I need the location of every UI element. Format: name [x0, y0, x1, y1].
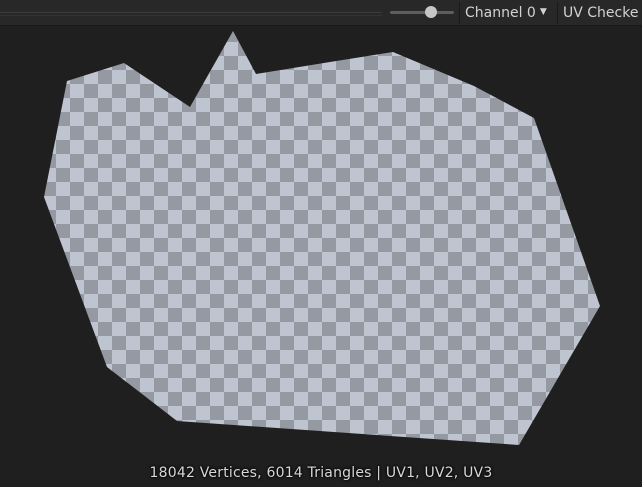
zoom-slider[interactable]	[390, 11, 454, 14]
toolbar-separator	[459, 2, 460, 24]
mesh-stats-label: 18042 Vertices, 6014 Triangles | UV1, UV…	[149, 465, 493, 481]
channel-dropdown[interactable]: Channel 0 ▼	[465, 0, 547, 25]
toolbar-separator	[557, 2, 558, 24]
toolbar-divider	[0, 12, 382, 13]
texture-label: UV Checke	[563, 4, 639, 21]
uv-island	[44, 31, 600, 445]
toolbar: Channel 0 ▼ UV Checke	[0, 0, 642, 26]
zoom-slider-thumb[interactable]	[425, 6, 437, 18]
channel-label: Channel 0	[465, 4, 536, 21]
toolbar-divider	[0, 15, 382, 16]
texture-dropdown[interactable]: UV Checke	[563, 0, 638, 25]
uv-viewport[interactable]	[0, 26, 642, 487]
triangle-down-icon: ▼	[539, 6, 547, 17]
